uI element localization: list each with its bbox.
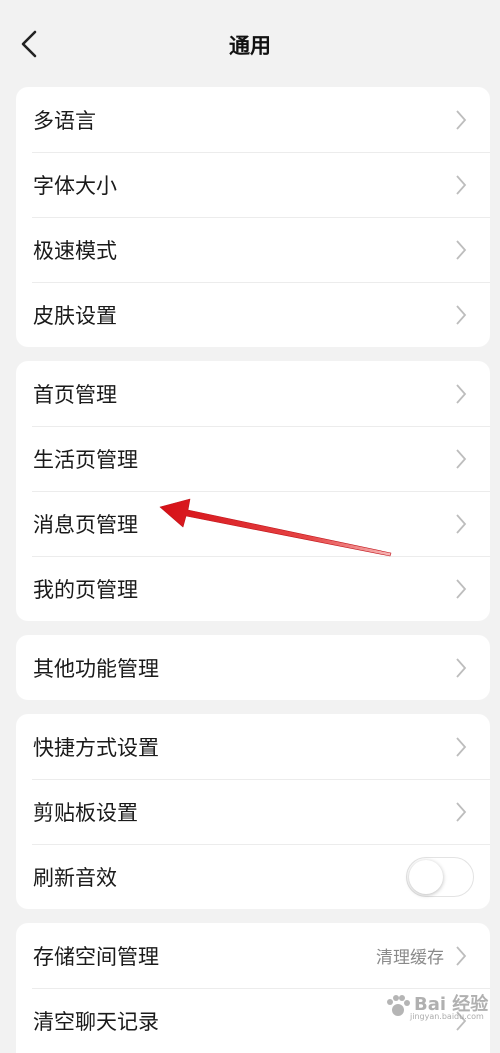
setting-label: 皮肤设置	[33, 303, 117, 328]
paw-logo-icon	[387, 995, 410, 1016]
chevron-right-icon	[454, 448, 468, 470]
settings-group-other: 其他功能管理	[16, 635, 490, 700]
chevron-right-icon	[454, 657, 468, 679]
setting-label: 生活页管理	[33, 447, 138, 472]
refresh-sound-toggle[interactable]	[406, 856, 474, 897]
setting-label: 存储空间管理	[33, 944, 159, 969]
setting-label: 字体大小	[33, 173, 117, 198]
setting-label: 剪贴板设置	[33, 800, 138, 825]
settings-group-pages: 首页管理 生活页管理 消息页管理 我的页管理	[16, 361, 490, 621]
setting-label: 我的页管理	[33, 577, 138, 602]
setting-row-shortcuts[interactable]: 快捷方式设置	[16, 714, 490, 779]
clear-cache-value: 清理缓存	[376, 948, 444, 968]
setting-label: 快捷方式设置	[33, 735, 159, 760]
setting-label: 多语言	[33, 108, 96, 133]
setting-label: 刷新音效	[33, 865, 117, 890]
chevron-right-icon	[454, 239, 468, 261]
watermark-url: jingyan.baidu.com	[410, 1012, 484, 1021]
header: 通用	[0, 0, 500, 88]
settings-group-storage: 存储空间管理 清理缓存 清空聊天记录	[16, 923, 490, 1053]
chevron-right-icon	[454, 736, 468, 758]
setting-row-refresh-sound: 刷新音效	[16, 844, 490, 909]
setting-label: 首页管理	[33, 382, 117, 407]
settings-group-shortcuts: 快捷方式设置 剪贴板设置 刷新音效	[16, 714, 490, 909]
chevron-right-icon	[454, 513, 468, 535]
setting-row-fast-mode[interactable]: 极速模式	[16, 217, 490, 282]
setting-row-skin[interactable]: 皮肤设置	[16, 282, 490, 347]
chevron-right-icon	[454, 109, 468, 131]
setting-label: 极速模式	[33, 238, 117, 263]
baidu-jingyan-watermark: Bai 经验 jingyan.baidu.com	[384, 990, 494, 1026]
chevron-right-icon	[454, 174, 468, 196]
setting-row-storage[interactable]: 存储空间管理 清理缓存	[16, 923, 490, 988]
setting-label: 其他功能管理	[33, 656, 159, 681]
setting-row-message-page[interactable]: 消息页管理	[16, 491, 490, 556]
chevron-right-icon	[454, 945, 468, 967]
chevron-right-icon	[454, 801, 468, 823]
setting-row-life-page[interactable]: 生活页管理	[16, 426, 490, 491]
chevron-right-icon	[454, 578, 468, 600]
setting-label: 消息页管理	[33, 512, 138, 537]
page-title: 通用	[229, 34, 271, 58]
setting-row-font-size[interactable]: 字体大小	[16, 152, 490, 217]
setting-row-home-page[interactable]: 首页管理	[16, 361, 490, 426]
setting-row-other-features[interactable]: 其他功能管理	[16, 635, 490, 700]
toggle-knob	[409, 859, 443, 894]
chevron-right-icon	[454, 304, 468, 326]
setting-row-language[interactable]: 多语言	[16, 87, 490, 152]
setting-row-clipboard[interactable]: 剪贴板设置	[16, 779, 490, 844]
settings-group-display: 多语言 字体大小 极速模式 皮肤设置	[16, 87, 490, 347]
chevron-right-icon	[454, 383, 468, 405]
setting-row-my-page[interactable]: 我的页管理	[16, 556, 490, 621]
